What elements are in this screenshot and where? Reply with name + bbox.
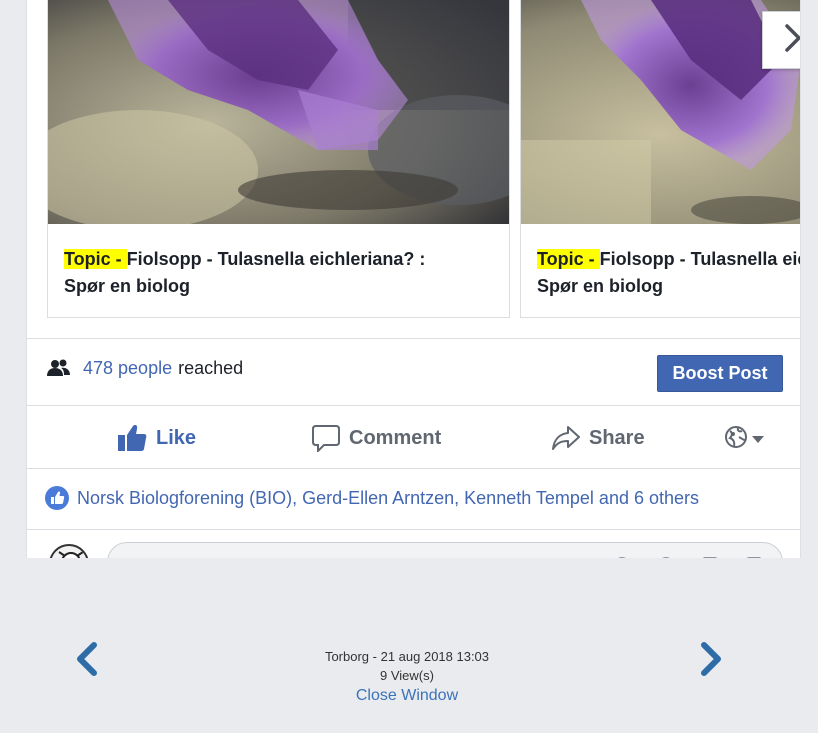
comment-label: Comment: [349, 426, 442, 449]
post-actions-bar: Like Comment Share: [27, 406, 800, 468]
card-caption: Topic - Fiolsopp - Tulasnella eichlerian…: [64, 246, 509, 300]
reach-count-link[interactable]: 478 people: [83, 358, 172, 379]
facebook-post: Topic - Fiolsopp - Tulasnella eichlerian…: [26, 0, 801, 558]
share-arrow-icon: [552, 425, 580, 451]
card-title: Fiolsopp - Tulasnella eichleriana? :: [126, 249, 426, 269]
like-badge-icon: [45, 486, 69, 510]
globe-icon: [724, 425, 748, 454]
highlight-text: Topic -: [64, 249, 127, 269]
close-window-link[interactable]: Close Window: [262, 685, 552, 707]
people-icon: [47, 359, 71, 377]
card-image: [521, 0, 800, 224]
comment-button[interactable]: Comment: [312, 423, 441, 453]
carousel-card[interactable]: Topic - Fiolsopp - Tulasnella eichlerian…: [47, 0, 510, 318]
divider: [27, 338, 800, 339]
boost-post-button[interactable]: Boost Post: [657, 355, 783, 392]
avatar: [49, 544, 89, 558]
share-button[interactable]: Share: [552, 423, 645, 453]
comment-bubble-icon: [312, 424, 340, 452]
author-date-line: Torborg - 21 aug 2018 13:03: [324, 649, 490, 664]
carousel-card[interactable]: Topic - Fiolsopp - Tulasnella eichlerian…: [520, 0, 800, 318]
screenshot-meta: Torborg - 21 aug 2018 13:03 9 View(s) Cl…: [262, 647, 552, 707]
card-title: Fiolsopp - Tulasnella eichleriana? :: [599, 249, 800, 269]
chevron-right-icon: [696, 642, 726, 676]
view-count: 9 View(s): [380, 668, 434, 683]
comment-input[interactable]: [107, 542, 783, 558]
card-caption: Topic - Fiolsopp - Tulasnella eichlerian…: [537, 246, 800, 300]
like-button[interactable]: Like: [117, 423, 196, 453]
previous-button[interactable]: [72, 642, 102, 676]
card-subtitle: Spør en biolog: [537, 276, 663, 296]
screenshot-viewer: Topic - Fiolsopp - Tulasnella eichlerian…: [0, 0, 818, 558]
share-label: Share: [589, 426, 645, 449]
thumbs-up-icon: [117, 424, 147, 452]
divider: [27, 529, 800, 530]
divider: [27, 468, 800, 469]
chevron-left-icon: [72, 642, 102, 676]
carousel-next-button[interactable]: [762, 11, 800, 69]
link-carousel: Topic - Fiolsopp - Tulasnella eichlerian…: [47, 0, 800, 318]
reactions-text: Norsk Biologforening (BIO), Gerd-Ellen A…: [77, 487, 700, 508]
reactions-summary[interactable]: Norsk Biologforening (BIO), Gerd-Ellen A…: [45, 486, 699, 510]
audience-selector[interactable]: [724, 425, 764, 454]
next-button[interactable]: [696, 642, 726, 676]
reach-label: reached: [178, 357, 244, 378]
like-label: Like: [156, 426, 197, 449]
card-subtitle: Spør en biolog: [64, 276, 190, 296]
chevron-right-icon: [782, 23, 800, 58]
reach-stats: 478 people reached: [47, 355, 243, 381]
caret-down-icon: [752, 435, 764, 444]
highlight-text: Topic -: [537, 249, 600, 269]
card-image: [48, 0, 509, 224]
viewer-footer: Torborg - 21 aug 2018 13:03 9 View(s) Cl…: [0, 558, 818, 733]
